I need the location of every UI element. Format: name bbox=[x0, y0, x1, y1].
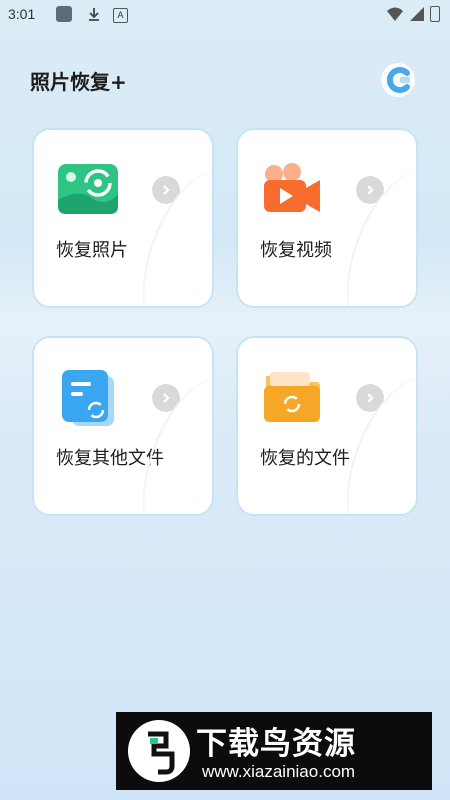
status-time: 3:01 bbox=[8, 6, 36, 22]
chevron-right-icon[interactable] bbox=[152, 176, 180, 204]
photo-restore-icon bbox=[58, 162, 118, 218]
restore-videos-card[interactable]: 恢复视频 bbox=[236, 128, 418, 308]
signal-icon bbox=[409, 6, 425, 22]
card-label: 恢复其他文件 bbox=[56, 448, 164, 469]
chevron-right-icon[interactable] bbox=[356, 176, 384, 204]
page-title: 照片恢复+ bbox=[30, 70, 127, 94]
restored-files-card[interactable]: 恢复的文件 bbox=[236, 336, 418, 516]
restore-other-files-card[interactable]: 恢复其他文件 bbox=[32, 336, 214, 516]
app-logo-c-icon[interactable] bbox=[380, 62, 416, 98]
restore-photos-card[interactable]: 恢复照片 bbox=[32, 128, 214, 308]
card-label: 恢复的文件 bbox=[260, 448, 350, 469]
card-label: 恢复视频 bbox=[260, 240, 332, 261]
watermark-banner: 下载鸟资源 www.xiazainiao.com bbox=[116, 712, 432, 790]
chevron-right-icon[interactable] bbox=[152, 384, 180, 412]
watermark-bird-logo-icon bbox=[128, 720, 190, 782]
card-label: 恢复照片 bbox=[56, 240, 128, 261]
watermark-brand-text: 下载鸟资源 bbox=[196, 726, 356, 762]
font-a-icon: A bbox=[113, 8, 128, 23]
video-camera-icon bbox=[262, 162, 322, 218]
battery-icon bbox=[430, 6, 440, 22]
folder-restore-icon bbox=[262, 370, 322, 426]
document-restore-icon bbox=[58, 370, 118, 426]
notification-square-icon bbox=[56, 6, 72, 22]
chevron-right-icon[interactable] bbox=[356, 384, 384, 412]
wifi-icon bbox=[386, 6, 403, 22]
status-bar: 3:01 A bbox=[0, 0, 450, 30]
watermark-url: www.xiazainiao.com bbox=[202, 762, 356, 781]
download-icon bbox=[86, 6, 102, 22]
